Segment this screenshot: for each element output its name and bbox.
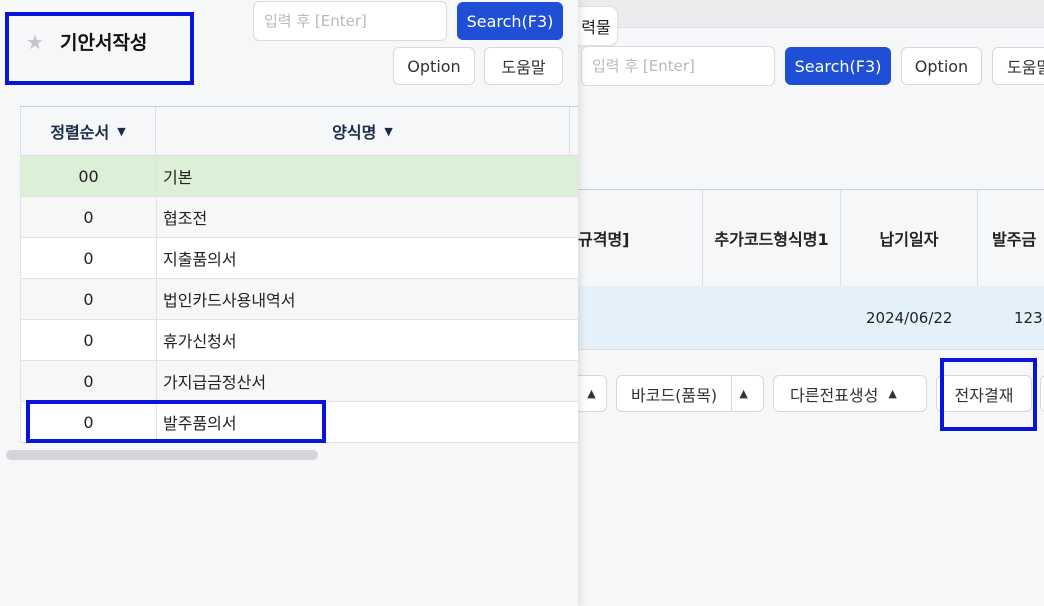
order-cell: 0	[20, 402, 156, 442]
popup-option-button[interactable]: Option	[393, 47, 475, 85]
table-row[interactable]: 0 휴가신청서	[20, 320, 578, 361]
e-approval-button[interactable]: 전자결재	[936, 375, 1032, 412]
dropdown-arrow-button[interactable]: ▲	[577, 375, 607, 412]
popup-title: 기안서작성	[60, 32, 148, 54]
search-button[interactable]: Search(F3)	[785, 47, 891, 85]
order-cell: 0	[20, 238, 156, 278]
table-row[interactable]: 0 법인카드사용내역서	[20, 279, 578, 320]
triangle-up-icon: ▲	[587, 387, 596, 400]
popup-header: ★ 기안서작성	[26, 28, 147, 55]
table-row[interactable]: 0 가지급금정산서	[20, 361, 578, 402]
help-button[interactable]: 도움말	[992, 47, 1044, 85]
more-button[interactable]	[1040, 375, 1044, 412]
table-row[interactable]: 0 지출품의서	[20, 238, 578, 279]
column-header-form-name[interactable]: 양식명 ▼	[156, 107, 570, 155]
option-button[interactable]: Option	[901, 47, 982, 85]
order-cell: 0	[20, 361, 156, 401]
amount-cell: 123,	[1014, 309, 1044, 327]
triangle-up-icon[interactable]: ▲	[731, 376, 755, 411]
table-row[interactable]: 00 기본	[20, 156, 578, 197]
form-name-cell[interactable]: 가지급금정산서	[156, 361, 578, 401]
barcode-button[interactable]: 바코드(품목) ▲	[616, 375, 764, 412]
column-header-order[interactable]: 정렬순서 ▼	[20, 107, 156, 155]
popup-help-button[interactable]: 도움말	[484, 47, 563, 85]
grid-header: 정렬순서 ▼ 양식명 ▼	[20, 106, 578, 156]
form-name-cell[interactable]: 발주품의서	[156, 402, 578, 442]
column-header-amount[interactable]: 발주금	[978, 190, 1044, 286]
order-cell: 0	[20, 197, 156, 237]
order-cell: 0	[20, 320, 156, 360]
search-input[interactable]	[581, 46, 775, 86]
draft-form-popup: ★ 기안서작성 Search(F3) Option 도움말 정렬순서▼ 양식명▼…	[0, 0, 578, 606]
form-name-cell[interactable]: 휴가신청서	[156, 320, 578, 360]
triangle-up-icon: ▲	[888, 387, 897, 400]
order-cell: 0	[20, 279, 156, 319]
popup-search-button[interactable]: Search(F3)	[457, 2, 563, 40]
order-cell: 00	[20, 156, 156, 196]
form-name-cell[interactable]: 법인카드사용내역서	[156, 279, 578, 319]
star-icon[interactable]: ★	[26, 32, 46, 52]
form-list-grid: 정렬순서 ▼ 양식명 ▼ 00 기본 0 협조전 0 지출품의서 0 법인카드사용내…	[20, 106, 578, 443]
column-header-extra-code[interactable]: 추가코드형식명1	[703, 190, 841, 286]
sort-down-icon[interactable]: ▼	[117, 125, 125, 138]
horizontal-scrollbar[interactable]	[6, 450, 318, 460]
form-name-cell[interactable]: 협조전	[156, 197, 578, 237]
popup-search-input[interactable]	[253, 1, 447, 41]
table-row[interactable]: 0 협조전	[20, 197, 578, 238]
sort-down-icon[interactable]: ▼	[384, 125, 392, 138]
form-name-cell[interactable]: 기본	[156, 156, 578, 196]
other-slip-button[interactable]: 다른전표생성 ▲	[773, 375, 927, 412]
table-row[interactable]	[578, 286, 1044, 350]
column-header-due-date[interactable]: 납기일자	[841, 190, 978, 286]
form-name-cell[interactable]: 지출품의서	[156, 238, 578, 278]
column-header-spec[interactable]: 규격명]	[578, 190, 703, 286]
table-row[interactable]: 0 발주품의서	[20, 402, 578, 443]
due-date-cell: 2024/06/22	[866, 309, 953, 327]
